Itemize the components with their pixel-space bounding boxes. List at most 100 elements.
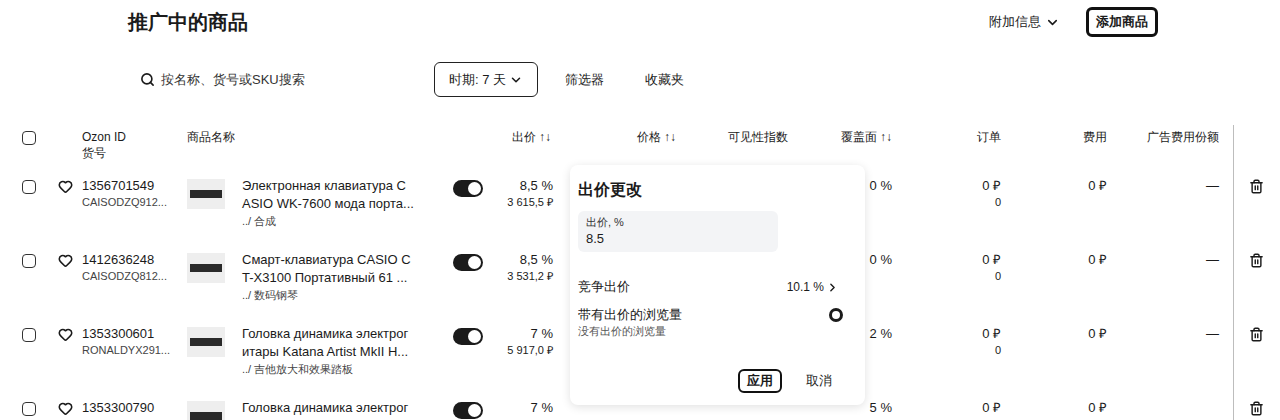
header-coverage[interactable]: 覆盖面 ↑↓	[800, 125, 893, 170]
views-sub: 没有出价的浏览量	[578, 324, 682, 339]
add-product-button[interactable]: 添加商品	[1086, 7, 1158, 37]
ad-share: —	[1107, 177, 1219, 195]
name-cell[interactable]: Головка динамика электрогитары Katana Ar…	[242, 318, 447, 392]
row-checkbox[interactable]	[22, 180, 36, 194]
thumbnail-image	[190, 190, 222, 198]
ad-share-cell	[1107, 392, 1219, 420]
thumbnail-image	[190, 264, 222, 272]
ozon-id: 1353300601	[82, 325, 187, 343]
row-checkbox[interactable]	[22, 254, 36, 268]
toolbar: 按名称、货号或SKU搜索时期: 7 天 筛选器 收藏夹	[0, 62, 1280, 97]
delete-cell	[1233, 244, 1280, 318]
extra-info-dropdown[interactable]: 附加信息	[989, 12, 1060, 32]
heart-icon[interactable]	[58, 179, 73, 194]
header-checkbox-cell	[18, 125, 52, 170]
spacer	[1219, 244, 1233, 318]
active-switch[interactable]	[453, 402, 483, 419]
popup-actions: 应用 取消	[578, 369, 857, 393]
active-switch[interactable]	[453, 254, 483, 271]
orders-count: 0	[893, 269, 1001, 284]
heart-icon[interactable]	[58, 253, 73, 268]
orders: 0 ₽	[893, 399, 1001, 417]
product-thumbnail	[187, 327, 225, 357]
name-cell[interactable]: Электронная клавиатура СASIO WK-7600 мод…	[242, 170, 447, 244]
cost-cell: 0 ₽	[1001, 244, 1107, 318]
trash-icon[interactable]	[1249, 401, 1264, 416]
cancel-button[interactable]: 取消	[806, 372, 832, 390]
bid-price: 3 615,5 ₽	[487, 195, 553, 210]
product-name: Смарт-клавиатура CASIO C	[242, 251, 447, 269]
active-switch[interactable]	[453, 180, 483, 197]
bid-cell: 7 %5 917,0 ₽	[487, 318, 557, 392]
competitive-bid-label: 竞争出价	[578, 278, 630, 296]
ad-share-cell: —	[1107, 170, 1219, 244]
delete-cell	[1233, 392, 1280, 420]
bid-input-label: 出价, %	[586, 215, 770, 230]
trash-icon[interactable]	[1249, 179, 1264, 194]
competitive-bid-row: 竞争出价 10.1 %	[578, 278, 857, 296]
search-icon	[140, 72, 155, 87]
trash-icon[interactable]	[1249, 253, 1264, 268]
row-checkbox[interactable]	[22, 402, 36, 416]
header-bid[interactable]: 出价 ↑↓	[487, 125, 557, 170]
checkbox-cell	[18, 318, 52, 392]
header-empty	[447, 125, 487, 170]
row-checkbox[interactable]	[22, 328, 36, 342]
ozon-id: 1353300790	[82, 399, 187, 417]
switch-knob	[468, 404, 481, 417]
orders-cell: 0 ₽0	[893, 318, 1001, 392]
checkbox-cell	[18, 392, 52, 420]
bid-change-popup: 出价更改出价, %8.5竞争出价10.1 %带有出价的浏览量没有出价的浏览量应用…	[570, 165, 865, 405]
product-name: ASIO WK-7600 мода порта...	[242, 195, 447, 213]
checkbox-cell	[18, 244, 52, 318]
name-cell[interactable]: Смарт-клавиатура CASIO CT-X3100 Портатив…	[242, 244, 447, 318]
product-thumbnail	[187, 253, 225, 283]
orders-count: 0	[893, 343, 1001, 358]
switch-cell	[447, 244, 487, 318]
product-name: Головка динамика электрог	[242, 325, 447, 343]
orders: 0 ₽	[893, 325, 1001, 343]
row-checkbox[interactable]	[22, 131, 36, 145]
favorite-cell	[52, 318, 82, 392]
image-cell	[187, 392, 242, 420]
sku: CAISODZQ812...	[82, 269, 187, 284]
favorite-cell	[52, 170, 82, 244]
heart-icon[interactable]	[58, 327, 73, 342]
header-id: Ozon ID货号	[82, 125, 187, 170]
bid-cell: 8,5 %3 615,5 ₽	[487, 170, 557, 244]
apply-button[interactable]: 应用	[738, 369, 782, 393]
bid: 8,5 %	[487, 251, 553, 269]
views-text: 带有出价的浏览量没有出价的浏览量	[578, 306, 682, 339]
chevron-down-icon	[509, 73, 523, 87]
cost-cell: 0 ₽	[1001, 392, 1107, 420]
filters-button[interactable]: 筛选器	[565, 70, 604, 90]
header-price[interactable]: 价格 ↑↓	[557, 125, 680, 170]
id-cell: 1412636248CAISODZQ812...	[82, 244, 187, 318]
cost: 0 ₽	[1001, 399, 1107, 417]
image-cell	[187, 318, 242, 392]
bid-cell: 8,5 %3 531,2 ₽	[487, 244, 557, 318]
search-field[interactable]: 按名称、货号或SKU搜索	[140, 70, 434, 90]
switch-knob	[468, 330, 481, 343]
period-dropdown[interactable]: 时期: 7 天	[434, 62, 538, 97]
product-category: ../ 合成	[242, 213, 447, 229]
id-cell: 1353300601RONALDYX291...	[82, 318, 187, 392]
sku: RONALDYX291...	[82, 343, 187, 358]
favorites-button[interactable]: 收藏夹	[645, 70, 684, 90]
cost-cell: 0 ₽	[1001, 318, 1107, 392]
views-label: 带有出价的浏览量	[578, 306, 682, 324]
page-header: 推广中的商品附加信息添加商品	[0, 0, 1280, 44]
trash-icon[interactable]	[1249, 327, 1264, 342]
image-cell	[187, 244, 242, 318]
competitive-bid-link[interactable]: 10.1 %	[787, 278, 839, 296]
orders-cell: 0 ₽	[893, 392, 1001, 420]
product-name: T-X3100 Портативный 61 ...	[242, 269, 447, 287]
name-cell[interactable]: Головка динамика электрог	[242, 392, 447, 420]
favorite-cell	[52, 392, 82, 420]
thumbnail-image	[190, 412, 222, 420]
active-switch[interactable]	[453, 328, 483, 345]
heart-icon[interactable]	[58, 401, 73, 416]
checkbox-cell	[18, 170, 52, 244]
bid-input[interactable]: 出价, %8.5	[578, 211, 778, 252]
thumbnail-image	[190, 338, 222, 346]
